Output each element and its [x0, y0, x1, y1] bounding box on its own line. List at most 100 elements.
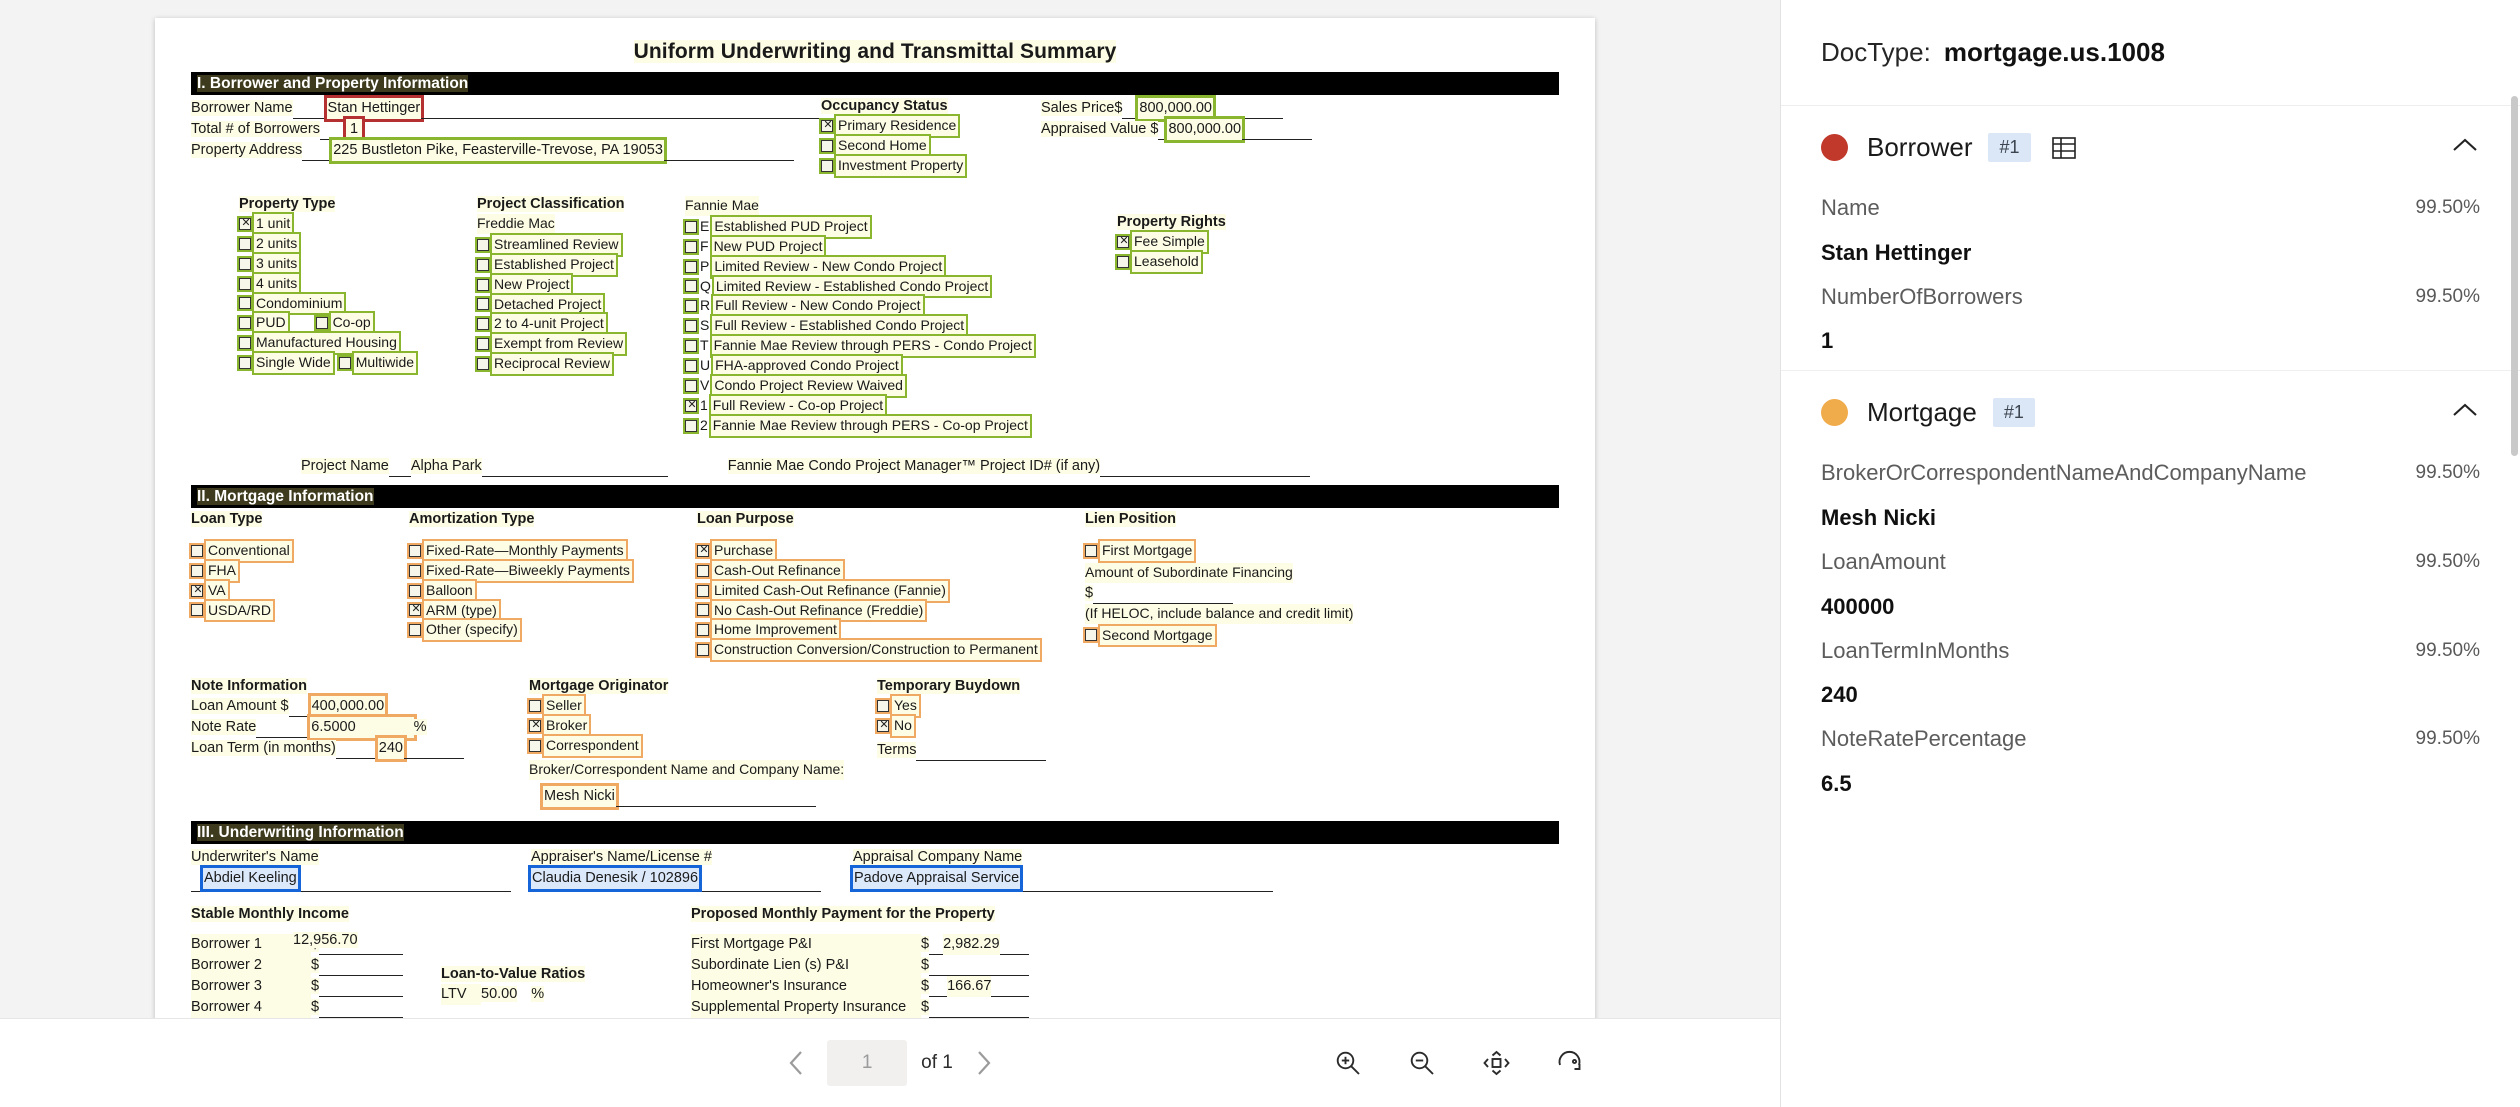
checkbox-icon[interactable] — [683, 397, 699, 414]
collapse-toggle-icon[interactable] — [2450, 135, 2480, 160]
checkbox-icon[interactable] — [819, 138, 835, 155]
freddie-item[interactable]: Reciprocal Review — [475, 352, 667, 376]
checkbox-icon[interactable] — [527, 737, 543, 754]
loan-purpose-item[interactable]: Limited Cash-Out Refinance (Fannie) — [695, 578, 1067, 603]
fit-to-page-icon[interactable] — [1476, 1043, 1516, 1083]
loan-type-item[interactable]: Conventional — [189, 538, 391, 563]
property-type-item[interactable]: 1 unit — [237, 212, 399, 236]
property-type-item[interactable]: Condominium — [237, 291, 399, 316]
freddie-item[interactable]: Streamlined Review — [475, 232, 667, 257]
checkbox-icon[interactable] — [1115, 253, 1131, 270]
checkbox-icon[interactable] — [237, 295, 253, 312]
checkbox-icon[interactable] — [683, 258, 699, 275]
loan-purpose-item[interactable]: Construction Conversion/Construction to … — [695, 638, 1067, 663]
fannie-item[interactable]: R Full Review - New Condo Project — [683, 294, 1015, 319]
freddie-item[interactable]: 2 to 4-unit Project — [475, 312, 667, 337]
page-number-input[interactable] — [827, 1040, 908, 1086]
loan-type-item[interactable]: FHA — [189, 558, 391, 583]
checkbox-icon[interactable] — [407, 542, 423, 559]
checkbox-icon[interactable] — [695, 642, 711, 659]
checkbox-icon[interactable] — [407, 622, 423, 639]
property-type-item[interactable]: 3 units — [237, 251, 399, 276]
checkbox-icon[interactable] — [407, 582, 423, 599]
checkbox-icon[interactable] — [683, 417, 699, 434]
property-rights-item[interactable]: Leasehold — [1115, 249, 1267, 274]
checkbox-icon[interactable] — [475, 296, 491, 313]
checkbox-icon[interactable] — [875, 717, 891, 734]
amortization-item[interactable]: Balloon — [407, 578, 679, 603]
fannie-item[interactable]: U FHA-approved Condo Project — [683, 354, 1015, 378]
field-value[interactable]: 240 — [1821, 682, 2480, 708]
freddie-item[interactable]: Detached Project — [475, 292, 667, 317]
group-header[interactable]: Mortgage #1 — [1781, 371, 2520, 442]
checkbox-icon[interactable] — [237, 255, 253, 272]
property-type-item[interactable]: Manufactured Housing — [237, 331, 401, 356]
fannie-item[interactable]: 2 Fannie Mae Review through PERS - Co-op … — [683, 413, 1032, 438]
zoom-in-icon[interactable] — [1328, 1043, 1368, 1083]
checkbox-icon[interactable] — [683, 318, 699, 335]
field-value[interactable]: Mesh Nicki — [1821, 505, 2480, 531]
group-header[interactable]: Borrower #1 — [1781, 106, 2520, 177]
amortization-item[interactable]: Fixed-Rate—Biweekly Payments — [407, 558, 679, 583]
checkbox-icon[interactable] — [237, 315, 253, 332]
checkbox-icon[interactable] — [695, 542, 711, 559]
checkbox-icon[interactable] — [683, 218, 699, 235]
group-index-chip[interactable]: #1 — [1988, 133, 2031, 162]
checkbox-icon[interactable] — [237, 235, 253, 252]
occupancy-item[interactable]: Second Home — [819, 134, 1041, 159]
lien-position-item[interactable]: Second Mortgage — [1083, 623, 1405, 648]
freddie-item[interactable]: New Project — [475, 272, 667, 297]
property-type-item[interactable]: PUD Co-op — [237, 311, 399, 336]
loan-purpose-item[interactable]: No Cash-Out Refinance (Freddie) — [695, 598, 1067, 623]
group-index-chip[interactable]: #1 — [1992, 398, 2035, 428]
loan-type-item[interactable]: VA — [189, 578, 391, 603]
checkbox-icon[interactable] — [313, 315, 330, 332]
checkbox-icon[interactable] — [407, 602, 423, 619]
originator-item[interactable]: Broker — [527, 714, 859, 738]
property-type-item[interactable]: 2 units — [237, 231, 399, 256]
checkbox-icon[interactable] — [683, 338, 699, 355]
panel-scrollbar[interactable] — [2511, 96, 2518, 456]
rotate-icon[interactable] — [1550, 1043, 1590, 1083]
checkbox-icon[interactable] — [475, 276, 491, 293]
checkbox-icon[interactable] — [475, 316, 491, 333]
checkbox-icon[interactable] — [189, 542, 205, 559]
checkbox-icon[interactable] — [475, 236, 491, 253]
field-value[interactable]: Stan Hettinger — [1821, 240, 2480, 266]
checkbox-icon[interactable] — [475, 336, 491, 353]
loan-type-item[interactable]: USDA/RD — [189, 598, 391, 623]
checkbox-icon[interactable] — [683, 238, 699, 255]
checkbox-icon[interactable] — [683, 357, 699, 374]
fannie-item[interactable]: E Established PUD Project — [683, 214, 1015, 239]
occupancy-item[interactable]: Investment Property — [819, 154, 1041, 178]
table-view-icon[interactable] — [2050, 134, 2078, 162]
checkbox-icon[interactable] — [683, 298, 699, 315]
field-value[interactable]: 6.5 — [1821, 771, 2480, 797]
checkbox-icon[interactable] — [237, 215, 253, 232]
lien-position-item[interactable]: First Mortgage — [1083, 538, 1405, 563]
fannie-item[interactable]: P Limited Review - New Condo Project — [683, 254, 1015, 279]
checkbox-icon[interactable] — [1115, 233, 1131, 250]
originator-item[interactable]: Seller — [527, 694, 859, 719]
checkbox-icon[interactable] — [695, 562, 711, 579]
zoom-out-icon[interactable] — [1402, 1043, 1442, 1083]
checkbox-icon[interactable] — [819, 158, 835, 175]
checkbox-icon[interactable] — [695, 622, 711, 639]
loan-purpose-item[interactable]: Purchase — [695, 538, 1067, 563]
property-rights-item[interactable]: Fee Simple — [1115, 230, 1267, 254]
collapse-toggle-icon[interactable] — [2450, 400, 2480, 425]
checkbox-icon[interactable] — [475, 356, 491, 373]
property-type-item[interactable]: Single Wide Multiwide — [237, 351, 419, 375]
loan-purpose-item[interactable]: Home Improvement — [695, 618, 1067, 643]
originator-item[interactable]: Correspondent — [527, 733, 859, 758]
page-scroll-area[interactable]: Uniform Underwriting and Transmittal Sum… — [0, 0, 1780, 1018]
checkbox-icon[interactable] — [237, 355, 253, 372]
freddie-item[interactable]: Exempt from Review — [475, 332, 667, 357]
fannie-item[interactable]: Q Limited Review - Established Condo Proj… — [683, 274, 1015, 299]
checkbox-icon[interactable] — [237, 335, 253, 352]
checkbox-icon[interactable] — [695, 602, 711, 619]
amortization-item[interactable]: ARM (type) — [407, 598, 679, 623]
checkbox-icon[interactable] — [875, 698, 891, 715]
buydown-item[interactable]: Yes — [875, 694, 1137, 719]
freddie-item[interactable]: Established Project — [475, 252, 667, 277]
